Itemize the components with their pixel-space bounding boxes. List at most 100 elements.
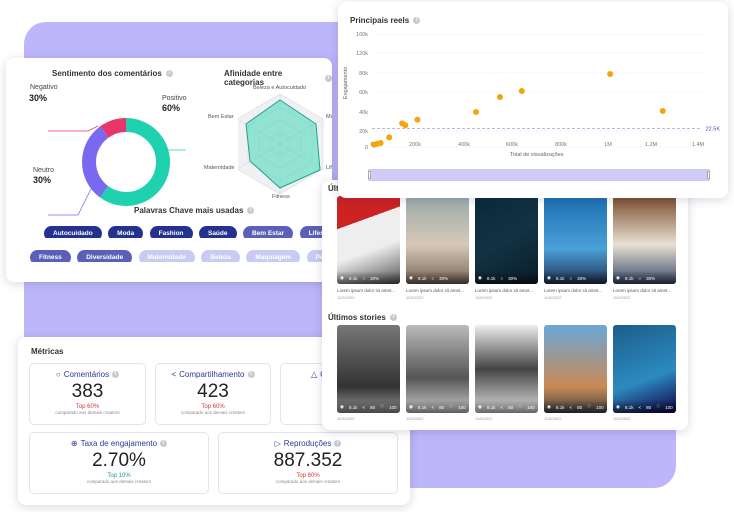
heart-icon: ♡ bbox=[380, 404, 385, 409]
y-tick-label: 40k bbox=[359, 110, 368, 116]
y-tick-label: 120k bbox=[356, 51, 368, 57]
keywords-row-1: Autocuidado Moda Fashion Saúde Bem Estar… bbox=[44, 222, 332, 238]
eye-icon: ◉ bbox=[547, 404, 551, 409]
story-thumbnail[interactable]: ◉ 8.1k <80 ♡ 100 bbox=[475, 325, 538, 413]
plays-compare: comparado aos demais creators bbox=[275, 479, 341, 484]
neutral-leader bbox=[48, 186, 93, 216]
share-icon: < bbox=[638, 405, 642, 410]
story-date: 11/5/2022 bbox=[406, 416, 424, 421]
comment-icon: ○ bbox=[55, 370, 61, 379]
keyword-pill[interactable]: Autocuidado bbox=[44, 226, 102, 238]
keyword-pill[interactable]: Bem Estar bbox=[242, 226, 294, 238]
reel-thumbnail[interactable]: ◉ 8.1k ○ 30% bbox=[406, 196, 469, 284]
range-slider[interactable] bbox=[368, 169, 710, 181]
axis-label-beleza: Beleza e Autocuidado bbox=[253, 85, 307, 91]
story-date: 11/5/2022 bbox=[475, 416, 493, 421]
metric-plays: ▷ Reproduções i 887.352 Top 60% comparado … bbox=[218, 432, 398, 494]
scatter-point[interactable] bbox=[473, 109, 479, 115]
sentiment-card: Sentimento dos comentários i Negativo 30%… bbox=[6, 58, 332, 282]
info-icon[interactable]: i bbox=[247, 371, 255, 378]
x-tick-label: 400k bbox=[458, 142, 470, 148]
keyword-pill[interactable]: Moda bbox=[108, 226, 144, 238]
reel-caption: Lorem ipsum dolor sit amet... bbox=[613, 288, 672, 293]
info-icon[interactable]: i bbox=[325, 74, 332, 82]
eye-icon: ◉ bbox=[409, 404, 413, 409]
scatter-point[interactable] bbox=[386, 134, 393, 141]
sentiment-title: Sentimento dos comentários i bbox=[52, 69, 173, 78]
feed-card: Últ ◉ 8.1k ○ 30% Lorem ipsum dolor sit amet… bbox=[322, 180, 688, 430]
scatter-point[interactable] bbox=[414, 116, 421, 123]
eye-icon: ◉ bbox=[340, 275, 344, 280]
reel-caption: Lorem ipsum dolor sit amet... bbox=[406, 288, 465, 293]
info-icon[interactable]: i bbox=[389, 314, 397, 321]
reel-date: 11/5/2022 bbox=[613, 295, 631, 300]
range-handle-right[interactable] bbox=[707, 171, 710, 179]
story-thumbnail[interactable]: ◉ 8.1k <80 ♡ 100 bbox=[544, 325, 607, 413]
reel-thumbnail[interactable]: ◉ 8.1k ○ 30% bbox=[544, 196, 607, 284]
keyword-pill[interactable]: Diversidade bbox=[77, 250, 133, 262]
reel-thumbnail[interactable]: ◉ 8.1k ○ 30% bbox=[613, 196, 676, 284]
reel-thumbnail[interactable]: ◉ 8.1k ○ 30% bbox=[337, 196, 400, 284]
x-tick-label: 1M bbox=[604, 142, 612, 148]
share-icon: < bbox=[362, 405, 366, 410]
info-icon[interactable]: i bbox=[247, 207, 255, 214]
reel-date: 11/5/2022 bbox=[475, 295, 493, 300]
keyword-pill[interactable]: Maquiagem bbox=[246, 250, 301, 262]
scatter-point[interactable] bbox=[607, 70, 614, 77]
stories-section-title: Últimos stories i bbox=[328, 313, 397, 322]
x-tick-label: 800k bbox=[555, 142, 567, 148]
x-axis-label: Total de visualizações bbox=[510, 152, 564, 158]
neutral-pct: 30% bbox=[33, 175, 52, 185]
heart-icon: ♡ bbox=[449, 404, 454, 409]
share-icon: < bbox=[569, 405, 573, 410]
y-tick-label: 60k bbox=[359, 90, 368, 96]
share-icon: < bbox=[171, 370, 177, 379]
metric-shares: < Compartilhamento i 423 Top 60% comparado… bbox=[155, 363, 271, 425]
range-handle-left[interactable] bbox=[368, 171, 371, 179]
reels-chart-card: Principais reelsi 020k40k60k80k120k160k0… bbox=[338, 2, 728, 198]
comment-icon: ○ bbox=[500, 276, 504, 281]
comments-value: 383 bbox=[71, 381, 104, 402]
story-thumbnail[interactable]: ◉ 8.1k <80 ♡ 100 bbox=[613, 325, 676, 413]
reel-caption: Lorem ipsum dolor sit amet... bbox=[475, 288, 534, 293]
eye-icon: ◉ bbox=[409, 275, 413, 280]
keywords-title: Palavras Chave mais usadas i bbox=[134, 206, 255, 215]
axis-label-bem-estar: Bem Estar bbox=[208, 114, 234, 120]
plays-value: 887.352 bbox=[273, 450, 343, 471]
reel-date: 11/5/2022 bbox=[406, 295, 424, 300]
reference-line-label: 22.5K bbox=[706, 127, 721, 133]
engagement-compare: comparado aos demais creators bbox=[86, 479, 152, 484]
comment-icon: ○ bbox=[362, 276, 366, 281]
reel-caption: Lorem ipsum dolor sit amet... bbox=[544, 288, 603, 293]
info-icon[interactable]: i bbox=[112, 371, 120, 378]
scatter-point[interactable] bbox=[659, 108, 666, 114]
reel-thumbnail[interactable]: ◉ 8.1k ○ 30% bbox=[475, 196, 538, 284]
reel-date: 11/5/2022 bbox=[544, 295, 562, 300]
scatter-point[interactable] bbox=[377, 140, 384, 146]
neutral-label: Neutro bbox=[33, 167, 55, 174]
info-icon[interactable]: i bbox=[165, 70, 173, 77]
share-icon: < bbox=[500, 405, 504, 410]
info-icon[interactable]: i bbox=[160, 440, 168, 447]
keyword-pill[interactable]: Fashion bbox=[149, 226, 193, 238]
keyword-pill[interactable]: Fitness bbox=[30, 250, 71, 262]
story-date: 11/5/2022 bbox=[544, 416, 562, 421]
scatter-point[interactable] bbox=[402, 122, 409, 129]
keyword-pill[interactable]: Maternidade bbox=[138, 250, 195, 262]
keyword-pill[interactable]: Saúde bbox=[198, 226, 237, 238]
reel-caption: Lorem ipsum dolor sit amet... bbox=[337, 288, 396, 293]
engagement-icon: ⊕ bbox=[70, 439, 78, 448]
metrics-title: Métricas bbox=[31, 347, 64, 356]
keyword-pill[interactable]: Beleza bbox=[201, 250, 240, 262]
story-thumbnail[interactable]: ◉ 8.1k <80 ♡ 100 bbox=[406, 325, 469, 413]
metric-likes-partial: △C bbox=[280, 363, 328, 425]
x-tick-label: 1.4M bbox=[692, 142, 705, 148]
reel-date: 11/5/2022 bbox=[337, 295, 355, 300]
scatter-point[interactable] bbox=[497, 94, 503, 100]
scatter-point[interactable] bbox=[518, 88, 525, 95]
info-icon[interactable]: i bbox=[334, 440, 342, 447]
negative-label: Negativo bbox=[30, 84, 58, 91]
engagement-value: 2.70% bbox=[92, 450, 146, 471]
thumb-icon: △ bbox=[311, 370, 318, 379]
story-thumbnail[interactable]: ◉ 8.1k <80 ♡ 100 bbox=[337, 325, 400, 413]
